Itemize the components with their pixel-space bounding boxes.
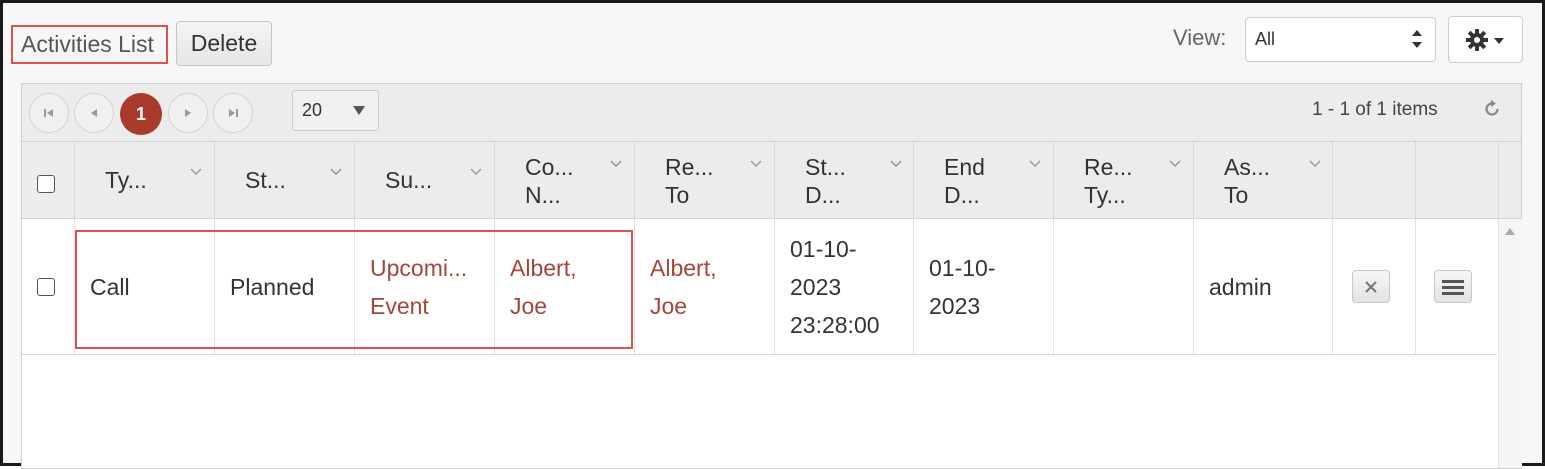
view-select[interactable]: All (1245, 17, 1436, 62)
column-header-type[interactable]: Ty... (75, 142, 215, 218)
column-header-menu (1416, 142, 1499, 218)
regarding-link[interactable]: Albert, (650, 249, 716, 287)
chevron-down-icon[interactable] (330, 168, 342, 176)
view-select-value: All (1255, 29, 1276, 49)
cell-start-date: 01-10- 2023 23:28:00 (775, 219, 914, 354)
column-header-label-line2: D... (805, 182, 841, 208)
column-header-label-line2: N... (525, 182, 561, 208)
assigned-to-text: admin (1209, 274, 1272, 300)
last-page-button[interactable] (213, 93, 253, 133)
cell-regarding-to: Albert, Joe (635, 219, 775, 354)
column-header-label: St... (805, 154, 846, 180)
cell-end-date: 01-10- 2023 (914, 219, 1054, 354)
chevron-down-icon[interactable] (750, 160, 762, 168)
chevron-down-icon[interactable] (190, 168, 202, 176)
column-header-label: Re... (665, 154, 714, 180)
regarding-link-line2[interactable]: Joe (650, 287, 687, 325)
pager-info: 1 - 1 of 1 items (1312, 99, 1438, 120)
column-header-label: Ty... (105, 167, 147, 193)
select-all-checkbox[interactable] (37, 175, 55, 193)
subject-link-line2[interactable]: Event (370, 287, 429, 325)
column-header-label-line2: To (1224, 182, 1249, 208)
end-date-line2: 2023 (929, 293, 981, 319)
column-header-subject[interactable]: Su... (355, 142, 495, 218)
close-icon (1365, 281, 1377, 293)
first-page-button[interactable] (29, 93, 69, 133)
end-date-line1: 01-10- (929, 255, 996, 281)
column-header-label: As... (1224, 154, 1271, 180)
last-page-icon (229, 109, 238, 117)
column-header-label-line2: Ty... (1084, 182, 1126, 208)
column-header-label: Re... (1084, 154, 1133, 180)
column-header-delete (1333, 142, 1416, 218)
column-header-start-date[interactable]: St... D... (775, 142, 914, 218)
prev-page-button[interactable] (74, 93, 114, 133)
column-header-status[interactable]: St... (215, 142, 355, 218)
activities-grid: 1 20 1 - 1 of 1 items Ty... St... Su... … (21, 83, 1522, 469)
scroll-up-arrow-icon[interactable] (1505, 228, 1515, 235)
gear-icon (1466, 29, 1488, 51)
cell-regarding-type (1054, 219, 1194, 354)
column-header-label: Su... (385, 167, 433, 193)
cell-type: Call (75, 219, 215, 354)
cell-contact-name: Albert, Joe (495, 219, 635, 354)
view-label: View: (1173, 25, 1227, 50)
cell-status-text: Planned (230, 274, 315, 300)
cell-status: Planned (215, 219, 355, 354)
page-size-select[interactable]: 20 (292, 90, 379, 131)
column-header-regarding-type[interactable]: Re... Ty... (1054, 142, 1194, 218)
up-down-arrows-icon (1412, 30, 1422, 48)
column-header-contact-name[interactable]: Co... N... (495, 142, 635, 218)
column-header-regarding-to[interactable]: Re... To (635, 142, 775, 218)
contact-link-line2[interactable]: Joe (510, 287, 547, 325)
row-menu-button[interactable] (1434, 270, 1472, 303)
start-date-line2: 2023 (790, 274, 842, 300)
page-size-value: 20 (302, 100, 323, 120)
row-select-cell (22, 219, 75, 354)
delete-button[interactable]: Delete (176, 21, 272, 66)
row-checkbox[interactable] (37, 278, 55, 296)
chevron-down-icon[interactable] (1029, 160, 1041, 168)
current-page-button[interactable]: 1 (120, 93, 162, 135)
chevron-down-icon[interactable] (470, 168, 482, 176)
chevron-down-icon[interactable] (1169, 160, 1181, 168)
column-header-label: St... (245, 167, 286, 193)
vertical-scrollbar[interactable] (1498, 219, 1522, 468)
cell-subject: Upcomi... Event (355, 219, 495, 354)
settings-menu-button[interactable] (1448, 16, 1523, 63)
hamburger-menu-icon (1442, 280, 1464, 295)
column-header-label: End (944, 154, 985, 180)
cell-menu (1416, 219, 1497, 354)
page-title: Activities List (11, 25, 168, 64)
column-header-label: Co... (525, 154, 574, 180)
first-page-icon (44, 109, 53, 117)
caret-down-icon (1494, 38, 1504, 44)
delete-row-button[interactable] (1352, 270, 1390, 303)
start-date-line1: 01-10- (790, 236, 857, 262)
subject-link[interactable]: Upcomi... (370, 249, 467, 287)
column-header-label-line2: D... (944, 182, 980, 208)
contact-link[interactable]: Albert, (510, 249, 576, 287)
cell-delete (1333, 219, 1416, 354)
cell-assigned-to: admin (1194, 219, 1333, 354)
next-page-icon (185, 109, 191, 117)
cell-type-text: Call (90, 274, 130, 300)
caret-down-icon (353, 106, 365, 115)
start-date-line3: 23:28:00 (790, 312, 880, 338)
refresh-icon[interactable] (1483, 100, 1501, 118)
pager: 1 20 1 - 1 of 1 items (22, 84, 1521, 142)
column-header-label-line2: To (665, 182, 690, 208)
column-header-assigned-to[interactable]: As... To (1194, 142, 1333, 218)
chevron-down-icon[interactable] (1309, 160, 1321, 168)
grid-header: Ty... St... Su... Co... N... Re... To St… (22, 142, 1521, 219)
prev-page-icon (91, 109, 97, 117)
column-header-end-date[interactable]: End D... (914, 142, 1054, 218)
next-page-button[interactable] (168, 93, 208, 133)
chevron-down-icon[interactable] (610, 160, 622, 168)
table-row[interactable]: Call Planned Upcomi... Event Albert, Joe… (22, 219, 1497, 355)
header-select-all (22, 142, 75, 218)
activities-panel: Activities List Delete View: All 1 20 1 … (0, 0, 1545, 469)
chevron-down-icon[interactable] (890, 160, 902, 168)
